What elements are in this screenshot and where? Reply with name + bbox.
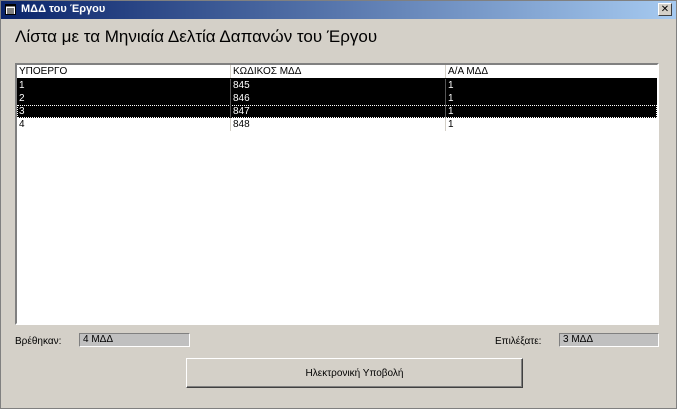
found-count-field: 4 ΜΔΔ — [79, 333, 190, 347]
form-icon — [5, 4, 16, 15]
list-header: ΥΠΟΕΡΓΟ ΚΩΔΙΚΟΣ ΜΔΔ Α/Α ΜΔΔ — [17, 65, 657, 79]
cell-mdd-index: 1 — [445, 92, 657, 105]
cell-mdd-index: 1 — [445, 105, 657, 118]
cell-mdd-code: 848 — [230, 118, 445, 131]
cell-subproject: 3 — [19, 106, 25, 117]
title-bar[interactable]: ΜΔΔ του Έργου ✕ — [1, 1, 676, 19]
close-button[interactable]: ✕ — [658, 3, 672, 16]
cell-subproject: 1 — [19, 80, 25, 91]
cell-mdd-index: 1 — [445, 118, 657, 131]
selected-count-field: 3 ΜΔΔ — [559, 333, 659, 347]
found-label: Βρέθηκαν: — [15, 336, 62, 347]
table-row[interactable]: 1 845 1 — [17, 79, 657, 92]
cell-subproject: 4 — [19, 119, 25, 130]
column-header-mdd-index: Α/Α ΜΔΔ — [445, 65, 657, 78]
page-title: Λίστα με τα Μηνιαία Δελτία Δαπανών του Έ… — [15, 27, 378, 46]
table-row[interactable]: 2 846 1 — [17, 92, 657, 105]
cell-mdd-index: 1 — [445, 79, 657, 92]
cell-mdd-code: 845 — [230, 79, 445, 92]
column-header-subproject: ΥΠΟΕΡΓΟ — [19, 66, 68, 77]
close-icon: ✕ — [660, 4, 670, 15]
window-title: ΜΔΔ του Έργου — [21, 3, 106, 15]
table-row[interactable]: 4 848 1 — [17, 118, 657, 131]
cell-subproject: 2 — [19, 93, 25, 104]
table-row[interactable]: 3 847 1 — [17, 105, 657, 118]
dialog-window: ΜΔΔ του Έργου ✕ Λίστα με τα Μηνιαία Δελτ… — [0, 0, 677, 409]
cell-mdd-code: 846 — [230, 92, 445, 105]
column-header-mdd-code: ΚΩΔΙΚΟΣ ΜΔΔ — [230, 65, 445, 78]
selected-label: Επιλέξατε: — [495, 336, 542, 347]
cell-mdd-code: 847 — [230, 105, 445, 118]
electronic-submission-button[interactable]: Ηλεκτρονική Υποβολή — [186, 358, 523, 388]
mdd-listbox[interactable]: ΥΠΟΕΡΓΟ ΚΩΔΙΚΟΣ ΜΔΔ Α/Α ΜΔΔ 1 845 1 2 84… — [15, 63, 659, 325]
